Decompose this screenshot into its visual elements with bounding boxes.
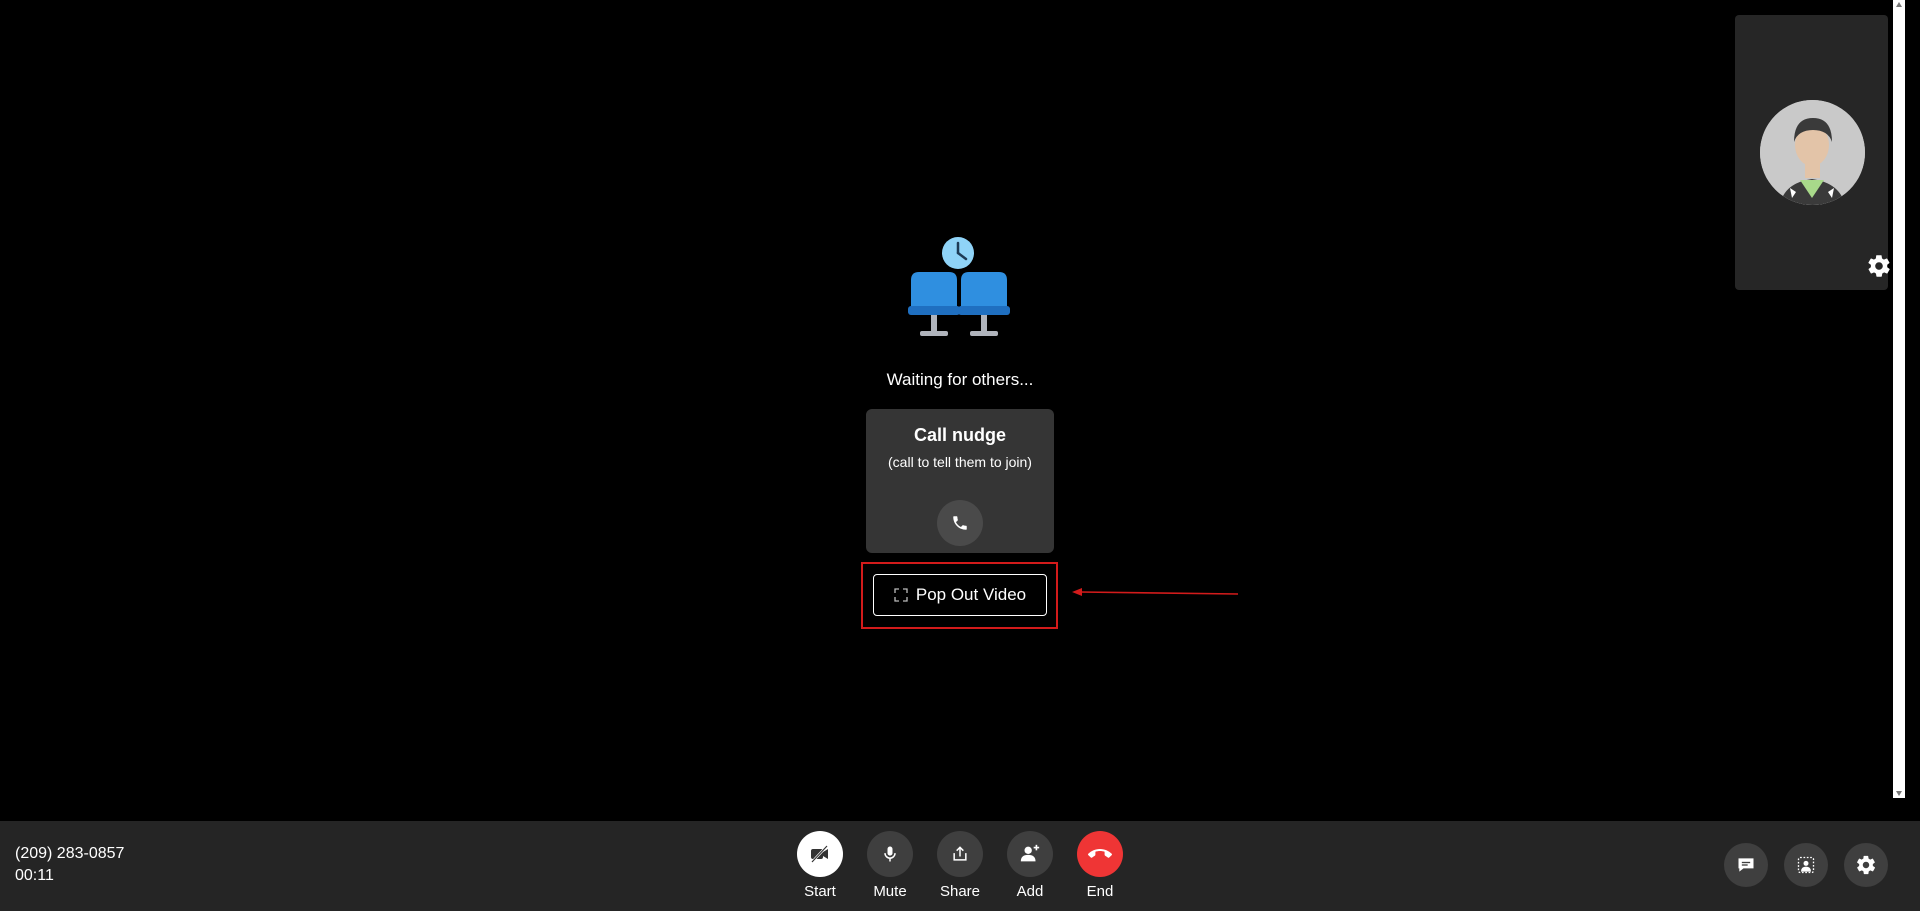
start-video-button[interactable]: Start — [790, 831, 850, 900]
caller-phone-number: (209) 283-0857 — [15, 845, 125, 862]
call-control-bar: (209) 283-0857 00:11 Start Mute Share Ad… — [0, 821, 1920, 911]
share-icon — [953, 846, 967, 861]
settings-button[interactable] — [1844, 843, 1888, 887]
add-participant-label: Add — [1016, 883, 1044, 900]
add-person-icon — [1020, 844, 1040, 862]
video-off-icon — [811, 845, 828, 863]
video-stage: Waiting for others... Call nudge (call t… — [0, 0, 1920, 821]
scrollbar[interactable] — [1893, 0, 1905, 798]
call-nudge-subtitle: (call to tell them to join) — [888, 454, 1032, 470]
call-duration: 00:11 — [15, 867, 54, 884]
start-video-label: Start — [804, 883, 836, 900]
tile-settings-gear-icon[interactable] — [1866, 253, 1892, 279]
call-nudge-title: Call nudge — [913, 425, 1006, 445]
microphone-icon — [884, 846, 896, 862]
background-effects-icon — [1797, 856, 1815, 874]
waiting-status-text: Waiting for others... — [886, 370, 1034, 389]
phone-icon — [953, 516, 967, 530]
avatar — [1760, 100, 1865, 205]
call-nudge-button[interactable] — [937, 500, 983, 546]
self-view-tile[interactable] — [1735, 15, 1890, 290]
hang-up-icon — [1088, 849, 1112, 858]
person-avatar-icon — [1760, 100, 1865, 205]
call-nudge-card: Call nudge (call to tell them to join) — [866, 409, 1054, 553]
annotation-arrow-icon — [1072, 588, 1239, 596]
waiting-room-icon — [908, 237, 1010, 336]
pop-out-video-button[interactable]: Pop Out Video — [873, 574, 1047, 616]
mute-button[interactable]: Mute — [860, 831, 920, 900]
chat-button[interactable] — [1724, 843, 1768, 887]
chat-icon — [1738, 858, 1754, 872]
scroll-down-icon[interactable] — [1896, 791, 1902, 796]
gear-icon — [1857, 855, 1876, 875]
end-call-button[interactable]: End — [1070, 831, 1130, 900]
share-button[interactable]: Share — [930, 831, 990, 900]
background-effects-button[interactable] — [1784, 843, 1828, 887]
share-label: Share — [939, 883, 981, 900]
end-call-label: End — [1086, 883, 1114, 900]
add-participant-button[interactable]: Add — [1000, 831, 1060, 900]
pop-out-icon — [894, 588, 908, 602]
pop-out-video-label: Pop Out Video — [915, 585, 1027, 604]
scroll-up-icon[interactable] — [1896, 2, 1902, 7]
mute-label: Mute — [873, 883, 907, 900]
